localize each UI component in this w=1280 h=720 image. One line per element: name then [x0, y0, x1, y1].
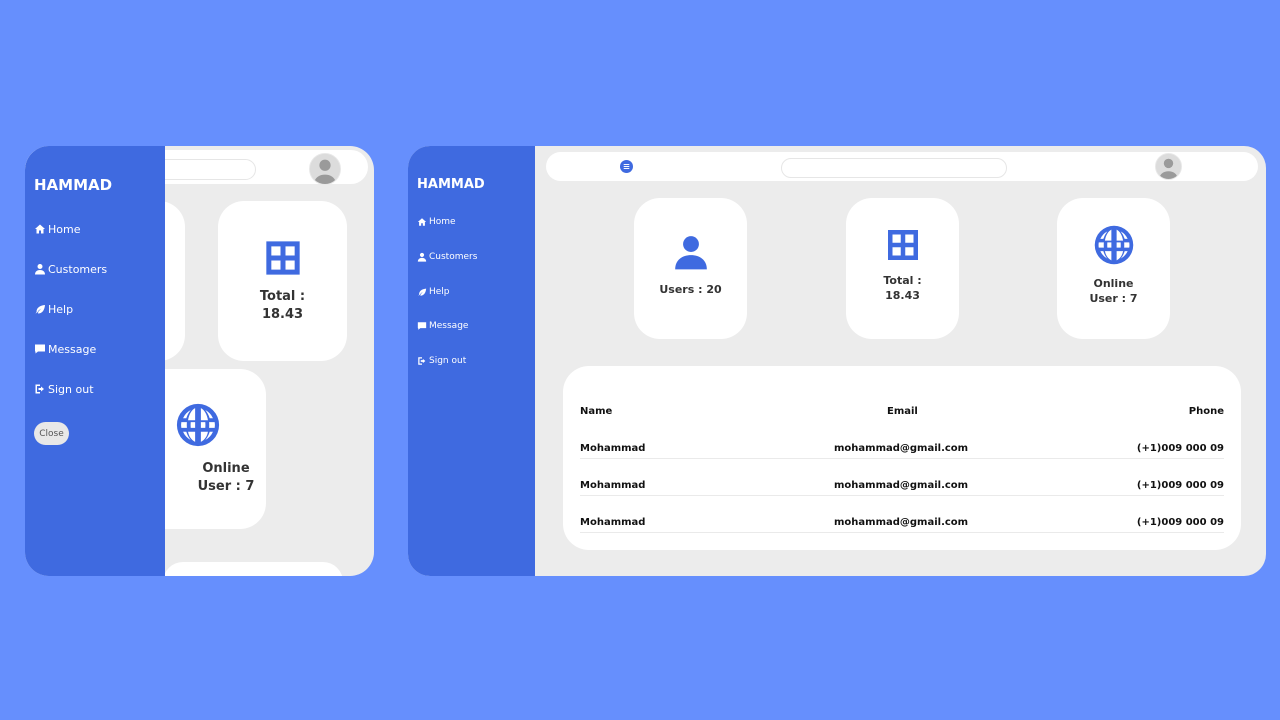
sidebar-item-label: Message	[48, 342, 97, 356]
total-card-label-line1: Total :	[883, 273, 922, 287]
total-card-label-line1: Total :	[259, 289, 306, 304]
sidebar-item-message[interactable]: Message	[34, 341, 96, 357]
globe-icon	[1093, 224, 1135, 266]
customers-table: Name Email Phone Mohammad mohammad@gmail…	[563, 366, 1241, 550]
sidebar-item-label: Message	[429, 321, 469, 331]
brand-logo: HAMMAD	[34, 176, 113, 194]
online-card-label-line1: Online	[202, 461, 250, 476]
avatar[interactable]	[1155, 153, 1182, 180]
mobile-dashboard-preview: Total : 18.43 Online User : 7 HAMMAD Hom…	[25, 146, 374, 576]
sidebar-item-message[interactable]: Message	[417, 319, 468, 333]
user-icon	[417, 252, 427, 262]
online-card-label-line2: User : 7	[1089, 291, 1138, 305]
message-icon	[417, 321, 427, 331]
column-header-phone: Phone	[1188, 406, 1224, 417]
sidebar-item-home[interactable]: Home	[34, 221, 80, 237]
user-icon	[34, 263, 46, 275]
users-card: Users : 20	[634, 198, 747, 339]
sidebar-item-label: Sign out	[429, 356, 467, 366]
sidebar-item-label: Help	[48, 302, 74, 316]
menu-toggle-button[interactable]	[620, 160, 633, 173]
leaf-icon	[34, 303, 46, 315]
cell-name: Mohammad	[580, 443, 646, 454]
column-header-name: Name	[580, 406, 613, 417]
grid-icon	[885, 227, 921, 263]
desktop-dashboard-preview: HAMMAD Home Customers Help Message Sign …	[408, 146, 1266, 576]
users-card-label: Users : 20	[659, 283, 722, 296]
total-card: Total : 18.43	[218, 201, 347, 361]
cell-email: mohammad@gmail.com	[834, 443, 969, 454]
home-icon	[417, 217, 427, 227]
sidebar-item-label: Help	[429, 287, 450, 297]
top-bar	[546, 152, 1258, 181]
brand-logo: HAMMAD	[417, 177, 485, 192]
online-card: Online User : 7	[1057, 198, 1170, 339]
sidebar-item-customers[interactable]: Customers	[34, 261, 107, 277]
leaf-icon	[417, 287, 427, 297]
column-header-email: Email	[887, 406, 918, 417]
menu-icon	[623, 163, 630, 170]
total-card-label: Total : 18.43	[260, 288, 305, 324]
user-icon	[672, 232, 710, 272]
online-card-label: Online User : 7	[198, 460, 255, 496]
sidebar-item-customers[interactable]: Customers	[417, 250, 477, 264]
cell-phone: (+1)009 000 09	[1136, 517, 1224, 528]
message-icon	[34, 343, 46, 355]
table-row[interactable]: Mohammad mohammad@gmail.com (+1)009 000 …	[580, 443, 1224, 459]
grid-icon	[263, 238, 303, 278]
avatar[interactable]	[309, 153, 341, 185]
globe-icon	[175, 402, 221, 448]
sidebar-item-label: Home	[48, 222, 81, 236]
cell-email: mohammad@gmail.com	[834, 517, 969, 528]
cell-name: Mohammad	[580, 517, 646, 528]
sign-out-icon	[34, 383, 46, 395]
sidebar-item-help[interactable]: Help	[417, 285, 450, 299]
cell-phone: (+1)009 000 09	[1136, 443, 1224, 454]
cell-email: mohammad@gmail.com	[834, 480, 969, 491]
online-card-label-line1: Online	[1093, 276, 1134, 290]
total-card: Total : 18.43	[846, 198, 959, 339]
home-icon	[34, 223, 46, 235]
sidebar: HAMMAD Home Customers Help Message Sign …	[25, 146, 165, 576]
sidebar-item-help[interactable]: Help	[34, 301, 73, 317]
sidebar-item-label: Sign out	[48, 382, 94, 396]
sidebar-item-label: Customers	[48, 262, 108, 276]
sign-out-icon	[417, 356, 427, 366]
search-input[interactable]	[781, 158, 1007, 178]
sidebar-item-label: Home	[429, 217, 456, 227]
table-card	[163, 562, 343, 576]
sidebar-item-home[interactable]: Home	[417, 215, 456, 229]
sidebar: HAMMAD Home Customers Help Message Sign …	[408, 146, 535, 576]
close-button[interactable]: Close	[34, 422, 69, 445]
total-card-label-line2: 18.43	[261, 307, 304, 322]
sidebar-item-sign-out[interactable]: Sign out	[417, 354, 466, 368]
sidebar-item-label: Customers	[429, 252, 478, 262]
table-row[interactable]: Mohammad mohammad@gmail.com (+1)009 000 …	[580, 480, 1224, 496]
cell-name: Mohammad	[580, 480, 646, 491]
avatar-icon	[310, 154, 340, 184]
sidebar-item-sign-out[interactable]: Sign out	[34, 381, 94, 397]
cell-phone: (+1)009 000 09	[1136, 480, 1224, 491]
total-card-label: Total : 18.43	[883, 273, 921, 303]
avatar-icon	[1156, 154, 1181, 179]
table-row[interactable]: Mohammad mohammad@gmail.com (+1)009 000 …	[580, 517, 1224, 533]
online-card-label: Online User : 7	[1089, 276, 1137, 306]
table-header: Name Email Phone	[580, 406, 1224, 422]
online-card-label-line2: User : 7	[197, 479, 255, 494]
total-card-label-line2: 18.43	[885, 288, 920, 302]
